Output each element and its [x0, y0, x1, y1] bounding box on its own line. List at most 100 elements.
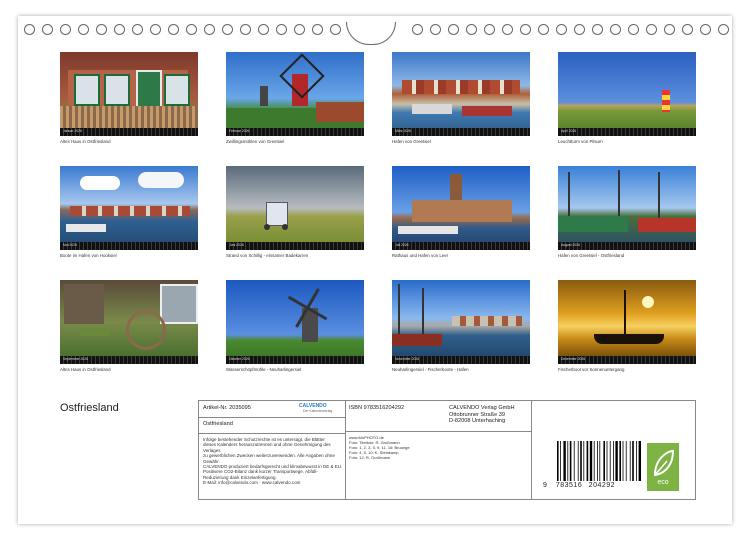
- barcode-bar: [636, 441, 637, 481]
- binding-hole: [682, 24, 693, 35]
- binding-hole: [294, 24, 305, 35]
- month-thumbnail-july: Juli 2026 Rathaus und Hafen von Leer: [392, 166, 530, 258]
- barcode-bar: [622, 441, 624, 481]
- month-label: September 2026: [63, 357, 89, 361]
- month-label: März 2026: [395, 129, 412, 133]
- photo-caption: Fischerboot vor Sonnenuntergang: [558, 367, 625, 372]
- month-thumbnail-march: März 2026 Hafen von Greetsiel: [392, 52, 530, 144]
- barcode-bar: [589, 441, 593, 481]
- binding-holes: [18, 22, 732, 45]
- calvendo-logo-subtitle: Der Kalenderverlag: [303, 409, 333, 413]
- barcode-bar: [609, 441, 611, 481]
- binding-hole: [24, 24, 35, 35]
- binding-hole: [664, 24, 675, 35]
- binding-hole: [448, 24, 459, 35]
- product-title: Ostfriesland: [203, 421, 233, 427]
- binding-hole: [466, 24, 477, 35]
- barcode-bar: [619, 441, 621, 481]
- photo-caption: Rathaus und Hafen von Leer: [392, 253, 449, 258]
- isbn: ISBN 9783516204292: [349, 405, 405, 411]
- binding-hole: [556, 24, 567, 35]
- binding-hole: [646, 24, 657, 35]
- barcode-bar: [577, 441, 579, 481]
- text-line: dieses Kalenders herauszutrennen und ohn…: [203, 442, 331, 453]
- barcode-bar: [638, 441, 641, 481]
- photo-caption: Hafen von Greetsiel - Ostfriesland: [558, 253, 625, 258]
- photo-caption: Leuchtturm von Pilsum: [558, 139, 603, 144]
- month-label: August 2026: [561, 243, 581, 247]
- eco-label: eco: [657, 479, 669, 486]
- photo-pilsum-lighthouse: April 2026: [558, 52, 696, 136]
- text-line: Ottobrunner Straße 39: [449, 411, 505, 418]
- barcode-bar: [606, 441, 608, 481]
- barcode-digits: 9 783516 204292: [543, 482, 616, 490]
- barcode-bar: [625, 441, 627, 481]
- text-line: CALVENDO Verlag GmbH: [449, 405, 515, 411]
- month-thumbnail-october: Oktober 2026 Wasserschöpfmühle - Neuharl…: [226, 280, 364, 372]
- binding-hole: [78, 24, 89, 35]
- binding-hole: [132, 24, 143, 35]
- binding-hole: [628, 24, 639, 35]
- text-line: E-Mail: info@calvendo.com · www.calvendo…: [203, 480, 301, 486]
- binding-hole: [258, 24, 269, 35]
- photo-drainage-windmill: Oktober 2026: [226, 280, 364, 364]
- publisher-address: CALVENDO Verlag GmbH Ottobrunner Straße 3…: [449, 405, 515, 425]
- photo-greetsiel-harbour: März 2026: [392, 52, 530, 136]
- text-line: D-82008 Unterhaching: [449, 418, 506, 425]
- photo-old-house: Januar 2026: [60, 52, 198, 136]
- photo-caption: Altes Haus in Ostfriesland: [60, 139, 111, 144]
- binding-hole: [186, 24, 197, 35]
- photo-greetsiel-cutters: August 2026: [558, 166, 696, 250]
- month-thumbnail-december: Dezember 2026 Fischerboot vor Sonnenunte…: [558, 280, 696, 372]
- photo-hooksiel-boats: Mai 2026: [60, 166, 198, 250]
- binding-hole: [276, 24, 287, 35]
- month-label: Oktober 2026: [229, 357, 250, 361]
- barcode-bar: [567, 441, 569, 481]
- photo-schillig-beach-cart: Juni 2026: [226, 166, 364, 250]
- month-label: April 2026: [561, 129, 577, 133]
- barcode-bar: [563, 441, 566, 481]
- binding-hole: [700, 24, 711, 35]
- month-thumbnail-february: Februar 2026 Zwillingsmühlen von Greetsi…: [226, 52, 364, 144]
- article-number: Artikel-Nr. 2035095: [203, 405, 251, 411]
- binding-hole: [430, 24, 441, 35]
- month-label: November 2026: [395, 357, 420, 361]
- month-thumbnail-january: Januar 2026 Altes Haus in Ostfriesland: [60, 52, 198, 144]
- barcode-bar: [603, 441, 605, 481]
- barcode-digit-group-2: 204292: [588, 482, 616, 489]
- binding-hole: [240, 24, 251, 35]
- photo-fishing-boat-sunset: Dezember 2026: [558, 280, 696, 364]
- month-label: Juni 2026: [229, 243, 244, 247]
- binding-hole: [574, 24, 585, 35]
- binding-hole: [502, 24, 513, 35]
- barcode-bar: [560, 441, 561, 481]
- photo-caption: Wasserschöpfmühle - Neuharlingersiel: [226, 367, 302, 372]
- month-label: Juli 2026: [395, 243, 409, 247]
- binding-hole: [42, 24, 53, 35]
- binding-hole: [520, 24, 531, 35]
- month-label: Februar 2026: [229, 129, 250, 133]
- calendar-title: Ostfriesland: [60, 402, 119, 414]
- binding-hole: [96, 24, 107, 35]
- calendar-back-page: Januar 2026 Altes Haus in Ostfriesland F…: [18, 16, 732, 524]
- binding-hole: [204, 24, 215, 35]
- photo-old-house-wagon-wheel: September 2026: [60, 280, 198, 364]
- barcode-bar: [632, 441, 634, 481]
- photo-caption: Hafen von Greetsiel: [392, 139, 431, 144]
- binding-hole: [150, 24, 161, 35]
- binding-hole: [484, 24, 495, 35]
- legal-notice: Infolge bestehender Schutzrechte ist es …: [203, 437, 343, 486]
- barcode-bar: [593, 441, 595, 481]
- binding-hole: [592, 24, 603, 35]
- text-line: Foto: 12: R. Großmann: [349, 455, 391, 460]
- imprint-box: Artikel-Nr. 2035095 CALVENDO Der Kalende…: [198, 400, 696, 500]
- hanger-notch: [346, 22, 396, 45]
- photo-twin-mills: Februar 2026: [226, 52, 364, 136]
- photo-caption: Zwillingsmühlen von Greetsiel: [226, 139, 285, 144]
- barcode-bar: [629, 441, 631, 481]
- binding-hole: [114, 24, 125, 35]
- photo-caption: Neuharlingersiel - Fischerboote - Hafen: [392, 367, 469, 372]
- barcode-digit-group-1: 783516: [555, 482, 583, 489]
- month-label: Dezember 2026: [561, 357, 586, 361]
- barcode-bar: [613, 441, 614, 481]
